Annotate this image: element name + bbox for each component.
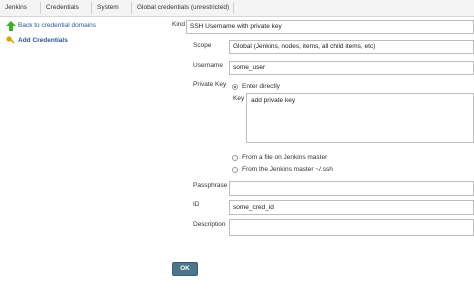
from-ssh-radio[interactable] — [232, 167, 238, 173]
description-label: Description — [193, 221, 226, 228]
private-key-textarea[interactable]: add private key — [246, 93, 474, 143]
kind-label: Kind — [172, 21, 186, 28]
breadcrumb-separator — [40, 2, 41, 14]
breadcrumb-global-credentials[interactable]: Global credentials (unrestricted) — [137, 3, 229, 13]
breadcrumb-separator — [91, 2, 92, 14]
breadcrumb: Jenkins Credentials System Global creden… — [0, 0, 474, 17]
breadcrumb-separator — [131, 2, 132, 14]
enter-directly-label[interactable]: Enter directly — [242, 83, 280, 90]
sidebar-item-label: Add Credentials — [18, 37, 68, 44]
username-field[interactable]: some_user — [229, 61, 474, 75]
key-icon — [6, 36, 15, 44]
key-label: Key — [233, 95, 245, 102]
breadcrumb-system[interactable]: System — [97, 3, 119, 13]
from-ssh-label[interactable]: From the Jenkins master ~/.ssh — [242, 166, 333, 173]
private-key-label: Private Key — [193, 81, 227, 88]
breadcrumb-jenkins[interactable]: Jenkins — [5, 3, 27, 13]
description-field[interactable] — [229, 219, 474, 236]
breadcrumb-separator — [233, 2, 234, 14]
from-file-radio[interactable] — [232, 155, 238, 161]
username-label: Username — [193, 62, 223, 69]
from-file-label[interactable]: From a file on Jenkins master — [242, 154, 327, 161]
passphrase-field[interactable] — [229, 181, 474, 196]
up-arrow-icon — [6, 21, 16, 31]
sidebar-item-label: Back to credential domains — [18, 22, 97, 29]
ok-button[interactable]: OK — [172, 262, 198, 276]
breadcrumb-credentials[interactable]: Credentials — [46, 3, 79, 13]
kind-select[interactable]: SSH Username with private key — [186, 20, 474, 34]
enter-directly-radio[interactable] — [232, 84, 238, 90]
id-field[interactable]: some_cred_id — [229, 200, 474, 215]
id-label: ID — [193, 201, 200, 208]
scope-select[interactable]: Global (Jenkins, nodes, items, all child… — [229, 40, 474, 54]
scope-label: Scope — [193, 42, 212, 49]
passphrase-label: Passphrase — [193, 182, 228, 189]
